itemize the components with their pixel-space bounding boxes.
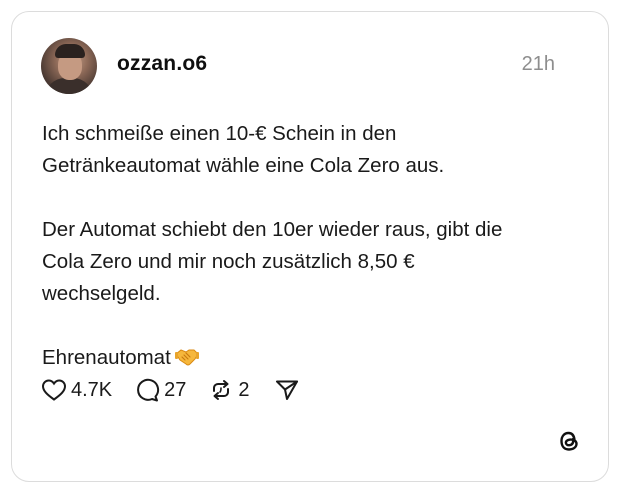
- post-paragraph-2: Der Automat schiebt den 10er wieder raus…: [42, 218, 503, 305]
- comment-icon: [137, 378, 160, 402]
- avatar-shirt: [45, 78, 93, 94]
- heart-icon: [41, 379, 67, 401]
- threads-logo-icon: [556, 428, 582, 454]
- like-button[interactable]: 4.7K: [41, 378, 112, 402]
- repost-icon: [213, 380, 230, 400]
- post-paragraph-1: Ich schmeiße einen 10-€ Schein in den Ge…: [42, 122, 445, 177]
- threads-post-card: ozzan.o6 21h Ich schmeiße einen 10-€ Sch…: [11, 11, 609, 482]
- post-paragraph-3: Ehrenautomat: [42, 342, 582, 377]
- comment-button[interactable]: 27: [134, 378, 186, 402]
- send-icon: [275, 380, 298, 400]
- comment-count: 27: [164, 378, 187, 401]
- action-bar: 4.7K 27 2: [41, 378, 326, 402]
- repost-count: 2: [238, 378, 250, 401]
- post-paragraph-3-text: Ehrenautomat: [42, 346, 171, 369]
- post-text: Ich schmeiße einen 10-€ Schein in den Ge…: [42, 118, 582, 409]
- avatar-hair: [55, 44, 85, 58]
- like-count: 4.7K: [71, 378, 113, 401]
- avatar[interactable]: [41, 38, 97, 94]
- share-button[interactable]: [274, 378, 304, 402]
- repost-button[interactable]: 2: [208, 378, 250, 402]
- timestamp: 21h: [521, 53, 555, 75]
- username[interactable]: ozzan.o6: [117, 52, 207, 76]
- handshake-emoji-icon: [174, 345, 199, 377]
